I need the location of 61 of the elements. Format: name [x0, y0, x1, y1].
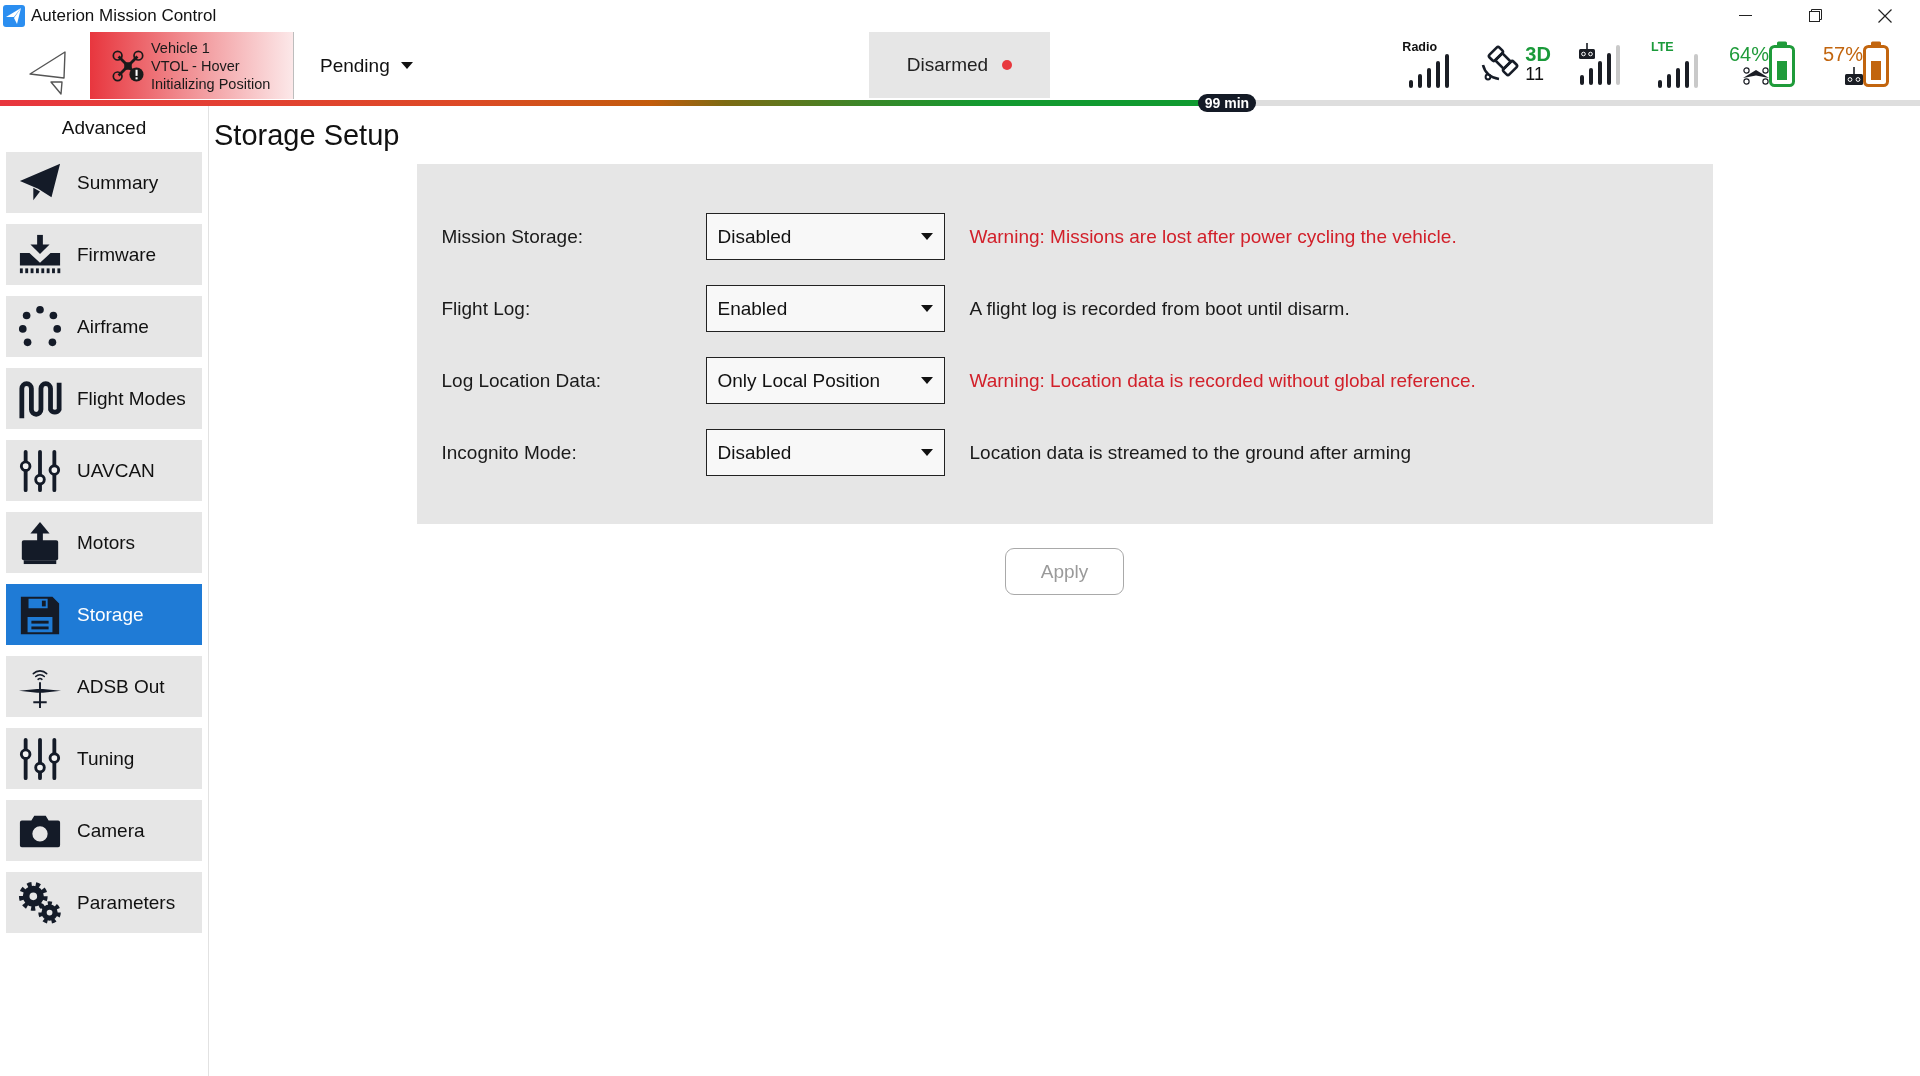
vehicle-type: VTOL - Hover	[151, 56, 241, 75]
battery-percent: 64%	[1728, 42, 1769, 65]
sidebar-item[interactable]: Flight Modes	[6, 368, 202, 429]
setting-dropdown[interactable]: Only Local Position	[705, 357, 945, 404]
setting-label: Incognito Mode:	[441, 441, 578, 464]
arm-button[interactable]: Disarmed	[869, 32, 1050, 98]
signal-bars-icon[interactable]	[1656, 53, 1701, 88]
vehicle-panel[interactable]: Vehicle 1 VTOL - Hover Initializing Position	[90, 32, 294, 99]
window-title: Auterion Mission Control	[31, 5, 217, 26]
sidebar-item[interactable]: Firmware	[6, 224, 202, 285]
setting-dropdown[interactable]: Disabled	[705, 213, 945, 260]
drone-icon	[1742, 66, 1769, 85]
battery-icon[interactable]	[1768, 40, 1795, 87]
setting-label: Mission Storage:	[441, 225, 584, 248]
sidebar-item[interactable]: Tuning	[6, 728, 202, 789]
sliders-icon	[18, 448, 62, 493]
dot-ring-icon	[18, 304, 62, 349]
sidebar-item[interactable]: Parameters	[6, 872, 202, 933]
sidebar-item[interactable]: Camera	[6, 800, 202, 861]
radio-label: Radio	[1402, 39, 1438, 54]
app-logo-icon	[3, 4, 25, 27]
remote-signal-icon[interactable]	[1578, 42, 1623, 85]
sidebar-item[interactable]: Storage	[6, 584, 202, 645]
satellite-count: 11	[1525, 63, 1546, 84]
sliders-icon	[18, 736, 62, 781]
setting-dropdown[interactable]: Enabled	[705, 285, 945, 332]
caret-icon	[400, 62, 413, 69]
flight-mode-dropdown[interactable]: Pending	[320, 54, 413, 77]
sidebar-item[interactable]: Motors	[6, 512, 202, 573]
warning-text: Warning: Missions are lost after power cycling the vehicle.	[969, 225, 1458, 248]
lte-label: LTE	[1650, 39, 1674, 54]
setting-description: A flight log is recorded from boot until disarm.	[969, 297, 1351, 320]
caret-icon	[920, 449, 933, 456]
gps-fix-label: 3D	[1525, 43, 1551, 64]
vehicle-name: Vehicle 1	[151, 38, 211, 57]
setting-label: Flight Log:	[441, 297, 532, 320]
warning-text: Warning: Location data is recorded without global reference.	[969, 369, 1477, 392]
caret-icon	[920, 233, 933, 240]
minimize-icon	[1738, 15, 1752, 16]
sidebar-item[interactable]: ADSB Out	[6, 656, 202, 717]
page-title: Storage Setup	[214, 118, 400, 152]
gears-icon	[18, 880, 62, 925]
flight-time-label: 99 min	[1197, 94, 1257, 112]
sidebar-item[interactable]: Airframe	[6, 296, 202, 357]
plane-outline-icon	[29, 50, 67, 95]
setting-dropdown[interactable]: Disabled	[705, 429, 945, 476]
remote-icon	[1845, 66, 1863, 85]
sidebar-heading: Advanced	[60, 116, 148, 140]
battery-percent: 57%	[1822, 42, 1863, 65]
sidebar-item[interactable]: UAVCAN	[6, 440, 202, 501]
drone-warning-icon	[112, 49, 144, 82]
caret-icon	[920, 377, 933, 384]
plan-view-button[interactable]	[29, 50, 67, 95]
caret-icon	[920, 305, 933, 312]
close-icon	[1878, 8, 1892, 23]
sidebar-item[interactable]: Summary	[6, 152, 202, 213]
setting-label: Log Location Data:	[441, 369, 602, 392]
restore-icon	[1808, 9, 1822, 22]
setting-description: Location data is streamed to the ground after arming	[969, 441, 1412, 464]
battery-icon[interactable]	[1863, 40, 1889, 87]
vehicle-status: Initializing Position	[151, 74, 271, 93]
